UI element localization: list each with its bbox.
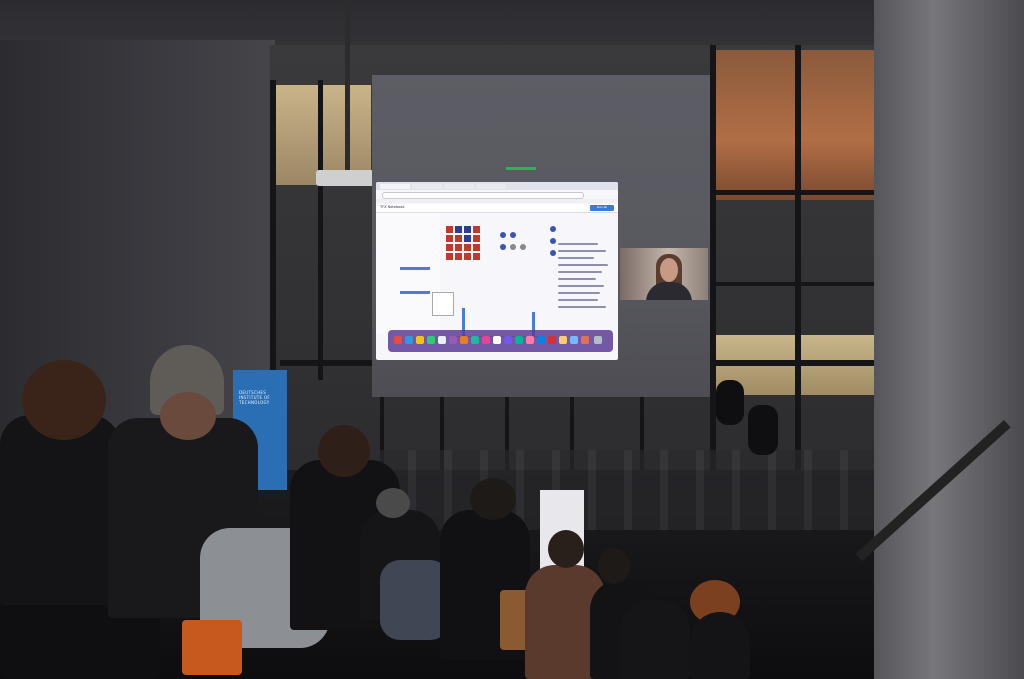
code-line: [558, 243, 598, 245]
browser-tabs: [376, 182, 618, 190]
matrix-cell: [455, 244, 462, 251]
audience-head: [598, 548, 630, 584]
projector-icon: [316, 170, 380, 186]
bar-table: [748, 405, 778, 455]
graph-node: [500, 244, 506, 250]
matrix-visual: [446, 226, 490, 276]
code-output: [558, 238, 614, 338]
audience-head: [318, 425, 370, 477]
dock-app-icon: [559, 336, 567, 344]
graph-node: [500, 232, 506, 238]
code-line: [558, 299, 598, 301]
chart-bar: [400, 291, 430, 294]
matrix-cell: [446, 253, 453, 260]
lecture-hall-scene: TFX Notebook Run all DEUTSCHES INSTITUTE…: [0, 0, 1024, 679]
matrix-cell: [455, 226, 462, 233]
matrix-cell: [464, 244, 471, 251]
mullion: [318, 80, 323, 380]
browser-tab: [412, 184, 442, 189]
matrix-cell: [473, 226, 480, 233]
audience-head: [160, 392, 216, 440]
app-title: TFX Notebook: [380, 205, 405, 209]
audience-person: [620, 600, 690, 679]
code-line: [558, 264, 608, 266]
dock-app-icon: [416, 336, 424, 344]
dock-app-icon: [482, 336, 490, 344]
dock-app-icon: [427, 336, 435, 344]
dock-app-icon: [526, 336, 534, 344]
browser-bookmarks-bar: [376, 199, 618, 203]
bar-table: [716, 380, 744, 425]
graph-node: [510, 244, 516, 250]
dock-app-icon: [471, 336, 479, 344]
code-line: [558, 278, 596, 280]
mullion: [270, 80, 276, 380]
matrix-cell: [446, 235, 453, 242]
graph-node: [550, 238, 556, 244]
dock-app-icon: [594, 336, 602, 344]
audience-head: [22, 360, 106, 440]
presenter-face: [660, 258, 678, 282]
audience-head: [470, 478, 516, 520]
orange-item: [182, 620, 242, 675]
browser-tab: [380, 184, 410, 189]
code-line: [558, 257, 594, 259]
screen-share-indicator: [506, 167, 536, 170]
dock-app-icon: [438, 336, 446, 344]
matrix-cell: [473, 244, 480, 251]
code-line: [558, 306, 606, 308]
code-line: [558, 292, 600, 294]
matrix-cell: [464, 235, 471, 242]
banner-line: TECHNOLOGY: [239, 400, 270, 405]
presenter-body: [646, 282, 692, 300]
dock-app-icon: [581, 336, 589, 344]
code-line: [558, 271, 602, 273]
browser-url-bar: [382, 192, 584, 199]
graph-node: [550, 226, 556, 232]
dock-app-icon: [570, 336, 578, 344]
matrix-cell: [464, 253, 471, 260]
chart-bar: [400, 267, 430, 270]
dock-app-icon: [405, 336, 413, 344]
matrix-cell: [473, 235, 480, 242]
banner-text: DEUTSCHES INSTITUTE OF TECHNOLOGY: [239, 390, 283, 405]
run-all-button: Run all: [590, 205, 614, 211]
dock-app-icon: [460, 336, 468, 344]
popup-menu: [432, 292, 454, 316]
browser-tab: [444, 184, 474, 189]
audience-head: [548, 530, 584, 568]
dock-app-icon: [493, 336, 501, 344]
notebook-left-pane: [376, 213, 440, 333]
dock-app-icon: [515, 336, 523, 344]
matrix-cell: [473, 253, 480, 260]
graph-node: [550, 250, 556, 256]
webcam-icon: [620, 248, 708, 300]
dock-app-icon: [449, 336, 457, 344]
matrix-cell: [464, 226, 471, 233]
dock-app-icon: [394, 336, 402, 344]
dock-app-icon: [504, 336, 512, 344]
right-wall: [874, 0, 1024, 679]
code-line: [558, 285, 604, 287]
matrix-cell: [446, 226, 453, 233]
matrix-cell: [446, 244, 453, 251]
app-header: TFX Notebook Run all: [376, 204, 618, 213]
dock-app-icon: [548, 336, 556, 344]
browser-tab: [476, 184, 506, 189]
audience-person: [0, 415, 120, 605]
matrix-cell: [455, 253, 462, 260]
matrix-cell: [455, 235, 462, 242]
projector-mount: [345, 0, 350, 172]
code-line: [558, 250, 606, 252]
audience-head: [376, 488, 410, 518]
graph-node: [510, 232, 516, 238]
graph-node: [520, 244, 526, 250]
mac-dock: [388, 330, 613, 352]
audience-person: [690, 612, 750, 679]
dock-app-icon: [537, 336, 545, 344]
